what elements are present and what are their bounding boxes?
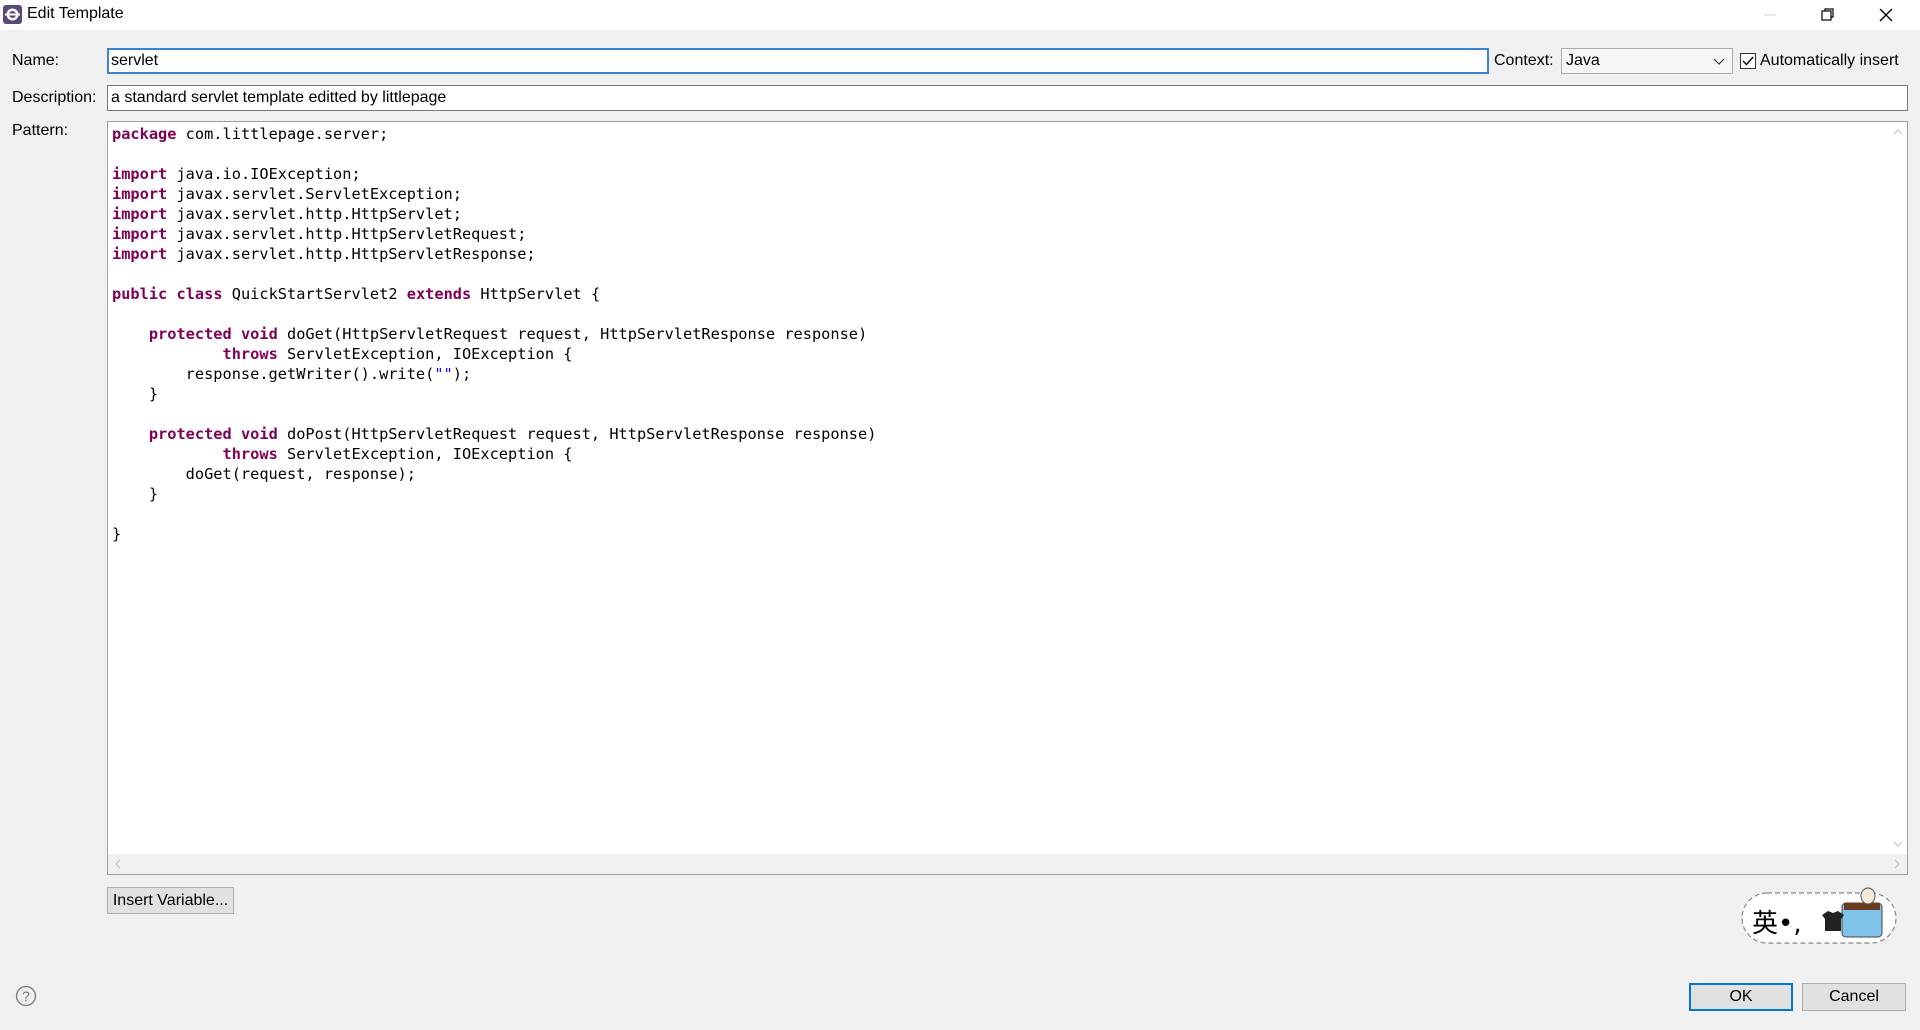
code-line: } xyxy=(112,385,159,403)
scroll-left-icon[interactable] xyxy=(112,858,124,870)
code-keyword: public xyxy=(112,285,168,303)
code-line: import javax.servlet.ServletException; xyxy=(112,185,462,203)
code-keyword: protected xyxy=(148,425,232,443)
restore-icon xyxy=(1821,8,1834,21)
close-icon xyxy=(1879,8,1893,22)
code-line: import javax.servlet.http.HttpServletRes… xyxy=(112,245,536,263)
code-line: doGet(request, response); xyxy=(112,465,416,483)
context-select[interactable]: Java xyxy=(1561,48,1733,74)
name-label: Name: xyxy=(12,52,60,69)
scroll-down-icon[interactable] xyxy=(1892,838,1904,850)
code-line: } xyxy=(112,485,159,503)
window-title: Edit Template xyxy=(27,5,124,22)
description-input[interactable]: a standard servlet template editted by l… xyxy=(107,85,1908,111)
code-line: protected void doGet(HttpServletRequest … xyxy=(148,325,868,343)
ime-widget[interactable]: 英•, xyxy=(1740,887,1900,947)
code-line: import javax.servlet.http.HttpServletReq… xyxy=(112,225,527,243)
minimize-icon xyxy=(1764,14,1776,16)
ok-label: OK xyxy=(1729,988,1753,1005)
code-keyword: protected xyxy=(148,325,232,343)
code-keyword: void xyxy=(240,325,278,343)
vertical-scrollbar[interactable] xyxy=(1890,122,1907,854)
code-line: package com.littlepage.server; xyxy=(112,125,389,143)
ime-mode-text: 英•, xyxy=(1752,909,1802,939)
auto-insert-label: Automatically insert xyxy=(1760,52,1899,69)
code-line: throws ServletException, IOException { xyxy=(222,445,573,463)
code-keyword: import xyxy=(112,225,168,243)
cancel-label: Cancel xyxy=(1829,988,1879,1005)
ok-button[interactable]: OK xyxy=(1689,983,1793,1011)
code-keyword: throws xyxy=(222,345,278,363)
code-keyword: void xyxy=(240,425,278,443)
chevron-down-icon xyxy=(1713,58,1725,65)
name-input[interactable]: servlet xyxy=(107,48,1489,74)
name-value: servlet xyxy=(111,52,159,69)
title-bar: Edit Template xyxy=(0,0,1920,30)
code-line: throws ServletException, IOException { xyxy=(222,345,573,363)
description-value: a standard servlet template editted by l… xyxy=(111,89,447,106)
restore-button[interactable] xyxy=(1799,0,1857,30)
scroll-up-icon[interactable] xyxy=(1892,126,1904,138)
code-string: "" xyxy=(434,365,453,383)
code-keyword: extends xyxy=(406,285,472,303)
auto-insert-checkbox[interactable] xyxy=(1740,53,1756,69)
close-button[interactable] xyxy=(1857,0,1915,30)
code-line: public class QuickStartServlet2 extends … xyxy=(112,285,601,303)
code-keyword: import xyxy=(112,205,168,223)
minimize-button[interactable] xyxy=(1741,0,1799,30)
code-keyword: package xyxy=(112,125,177,143)
horizontal-scrollbar[interactable] xyxy=(108,854,1907,874)
help-icon[interactable]: ? xyxy=(15,985,37,1007)
cancel-button[interactable]: Cancel xyxy=(1802,983,1906,1011)
code-keyword: class xyxy=(176,285,223,303)
code-line: response.getWriter().write(""); xyxy=(112,365,472,383)
svg-text:?: ? xyxy=(22,988,30,1004)
code-line: } xyxy=(112,525,122,543)
code-keyword: import xyxy=(112,245,168,263)
code-keyword: import xyxy=(112,185,168,203)
description-label: Description: xyxy=(12,89,97,106)
code-keyword: import xyxy=(112,165,168,183)
code-line: import javax.servlet.http.HttpServlet; xyxy=(112,205,462,223)
insert-variable-button[interactable]: Insert Variable... xyxy=(107,887,234,914)
scroll-right-icon[interactable] xyxy=(1891,858,1903,870)
insert-variable-label: Insert Variable... xyxy=(112,891,229,909)
pattern-editor[interactable]: package com.littlepage.server; import ja… xyxy=(107,121,1908,875)
code-line: protected void doPost(HttpServletRequest… xyxy=(148,425,877,443)
context-label: Context: xyxy=(1494,52,1554,69)
pattern-code[interactable]: package com.littlepage.server; import ja… xyxy=(112,124,876,544)
pattern-label: Pattern: xyxy=(12,122,69,139)
checkmark-icon xyxy=(1742,56,1754,66)
context-value: Java xyxy=(1566,52,1600,69)
eclipse-icon xyxy=(3,5,22,24)
code-line: import java.io.IOException; xyxy=(112,165,361,183)
code-keyword: throws xyxy=(222,445,278,463)
